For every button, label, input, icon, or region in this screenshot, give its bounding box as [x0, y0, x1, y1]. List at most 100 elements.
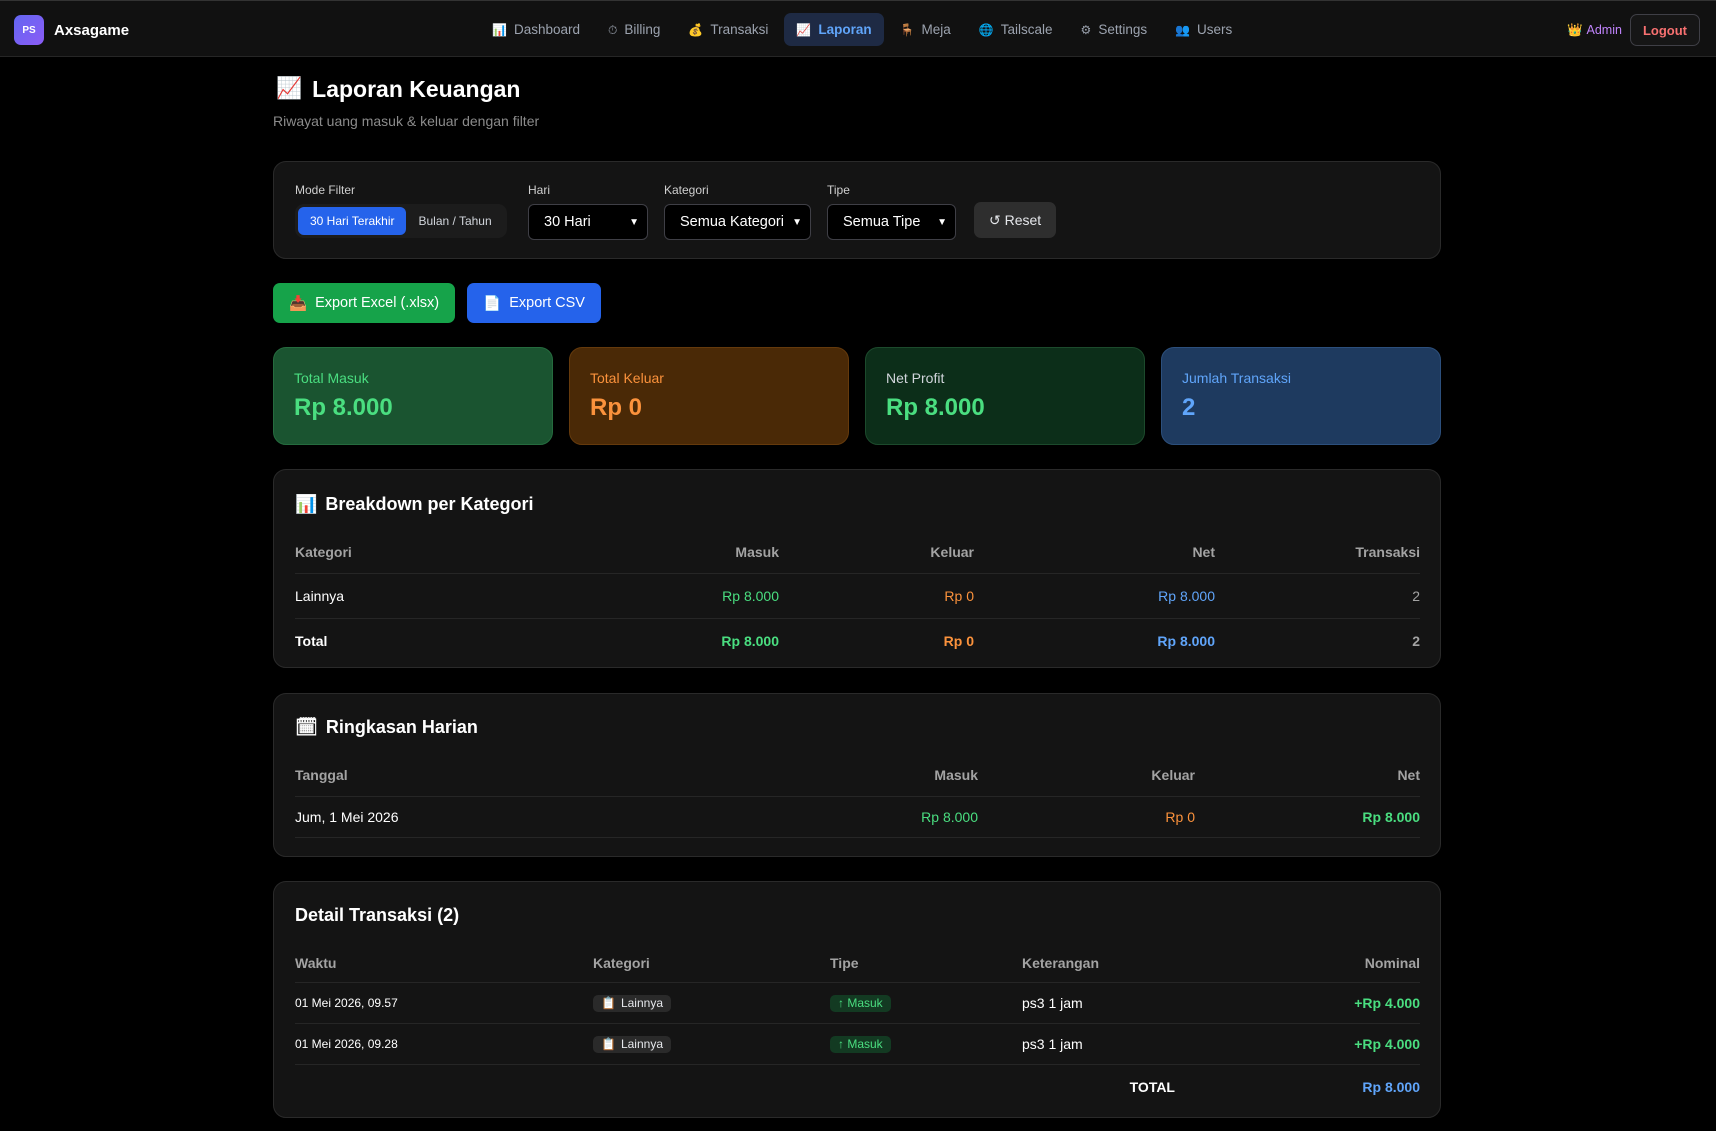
cell-amount: +Rp 4.000	[1354, 995, 1420, 1011]
export-csv-button[interactable]: 📄 Export CSV	[467, 283, 601, 323]
money-bag-icon: 💰	[688, 22, 704, 37]
category-badge: 📋 Lainnya	[593, 1035, 671, 1053]
table-total-row: Total Rp 8.000 Rp 0 Rp 8.000 2	[295, 619, 1420, 663]
nav-label: Tailscale	[1000, 22, 1053, 37]
col-header: Tanggal	[295, 766, 348, 783]
days-select[interactable]: 30 Hari ▼	[528, 204, 648, 240]
cell-type: ↑ Masuk	[830, 994, 1022, 1012]
table-row: 01 Mei 2026, 09.57 📋 Lainnya ↑ Masuk ps3 …	[295, 983, 1420, 1024]
cell-out: Rp 0	[1165, 809, 1195, 825]
nav-item-dashboard[interactable]: 📊 Dashboard	[480, 13, 592, 46]
mode-filter-label: Mode Filter	[295, 183, 356, 197]
cell-out: Rp 0	[944, 588, 974, 604]
main-content: 📈 Laporan Keuangan Riwayat uang masuk & …	[273, 72, 1441, 1118]
cell-in: Rp 8.000	[921, 809, 978, 825]
type-select[interactable]: Semua Tipe ▼	[827, 204, 956, 240]
nav-item-settings[interactable]: ⚙ Settings	[1069, 13, 1160, 46]
category-value: Semua Kategori	[680, 214, 784, 230]
cell-date: Jum, 1 Mei 2026	[295, 809, 399, 825]
reset-button[interactable]: ↺ Reset	[974, 202, 1057, 238]
section-title: 🗓 Ringkasan Harian	[295, 717, 478, 738]
stat-value: 2	[1182, 394, 1196, 421]
table-header: Waktu Kategori Tipe Keterangan Nominal	[295, 943, 1420, 983]
table-row: Lainnya Rp 8.000 Rp 0 Rp 8.000 2	[295, 574, 1420, 619]
nav-item-meja[interactable]: 🪑 Meja	[888, 13, 963, 46]
mode-filter-group: Mode Filter 30 Hari Terakhir Bulan / Tah…	[295, 183, 507, 238]
type-label: Tipe	[827, 183, 850, 197]
cell-net: Rp 8.000	[1157, 633, 1215, 649]
nav-item-users[interactable]: 👥 Users	[1163, 13, 1244, 46]
nav-item-laporan[interactable]: 📈 Laporan	[784, 13, 884, 46]
stopwatch-icon: ⏱	[608, 22, 618, 37]
nav-item-tailscale[interactable]: 🌐 Tailscale	[967, 13, 1065, 46]
bar-chart-icon: 📊	[295, 494, 318, 514]
reset-group: ↺ Reset	[974, 202, 1057, 238]
export-excel-button[interactable]: 📥 Export Excel (.xlsx)	[273, 283, 456, 323]
cell-time: 01 Mei 2026, 09.57	[295, 996, 398, 1010]
nav-item-transaksi[interactable]: 💰 Transaksi	[676, 13, 780, 46]
days-value: 30 Hari	[544, 214, 591, 230]
type-badge: ↑ Masuk	[830, 994, 891, 1012]
total-amount: Rp 8.000	[1362, 1079, 1420, 1095]
user-role: 👑 Admin	[1567, 23, 1622, 38]
top-navbar: PS Axsagame 📊 Dashboard ⏱ Billing 💰 Transak…	[0, 0, 1716, 57]
nav-item-billing[interactable]: ⏱ Billing	[596, 13, 672, 46]
stat-value: Rp 8.000	[886, 394, 985, 421]
category-filter-group: Kategori Semua Kategori ▼	[664, 183, 811, 240]
users-icon: 👥	[1175, 22, 1191, 37]
main-nav: 📊 Dashboard ⏱ Billing 💰 Transaksi 📈 Laporan …	[480, 13, 1244, 46]
summary-stats: Total Masuk Rp 8.000 Total Keluar Rp 0 N…	[273, 347, 1441, 445]
brand[interactable]: PS Axsagame	[14, 15, 129, 45]
nav-label: Billing	[624, 22, 661, 37]
stat-label: Total Masuk	[294, 370, 369, 386]
col-header: Net	[1397, 766, 1420, 783]
transaction-detail-card: Detail Transaksi (2) Waktu Kategori Tipe…	[273, 881, 1441, 1118]
chevron-down-icon: ▼	[937, 216, 947, 228]
nav-label: Laporan	[818, 22, 872, 37]
cell-net: Rp 8.000	[1362, 809, 1420, 825]
type-filter-group: Tipe Semua Tipe ▼	[827, 183, 956, 240]
export-csv-label: Export CSV	[509, 295, 585, 311]
section-title-text: Breakdown per Kategori	[325, 494, 534, 514]
clipboard-icon: 📋	[601, 1037, 616, 1052]
cell-time: 01 Mei 2026, 09.28	[295, 1037, 398, 1051]
nav-label: Settings	[1098, 22, 1148, 37]
cell-category: 📋 Lainnya	[593, 994, 830, 1012]
mode-month-year-button[interactable]: Bulan / Tahun	[406, 207, 503, 235]
total-label: TOTAL	[1129, 1079, 1175, 1095]
trend-chart-icon: 📈	[796, 22, 812, 37]
table-row: Jum, 1 Mei 2026 Rp 8.000 Rp 0 Rp 8.000	[295, 797, 1420, 838]
stat-value: Rp 8.000	[294, 394, 393, 421]
col-header: Tipe	[830, 954, 859, 971]
days-label: Hari	[528, 183, 551, 197]
stat-label: Jumlah Transaksi	[1182, 370, 1291, 386]
stat-value: Rp 0	[590, 394, 643, 421]
chevron-down-icon: ▼	[629, 216, 639, 228]
nav-label: Transaksi	[710, 22, 769, 37]
col-header: Transaksi	[1355, 543, 1420, 560]
mode-30-days-button[interactable]: 30 Hari Terakhir	[298, 207, 407, 235]
type-value: Semua Tipe	[843, 214, 921, 230]
transactions-table: Waktu Kategori Tipe Keterangan Nominal 0…	[295, 943, 1420, 1109]
cell-in: Rp 8.000	[722, 588, 779, 604]
stat-transaction-count: Jumlah Transaksi 2	[1161, 347, 1441, 445]
role-label: Admin	[1586, 23, 1622, 37]
col-header: Kategori	[593, 954, 650, 971]
days-filter-group: Hari 30 Hari ▼	[528, 183, 648, 240]
table-total-row: TOTAL Rp 8.000	[295, 1065, 1420, 1109]
brand-logo: PS	[14, 15, 44, 45]
calendar-icon: 🗓	[295, 717, 318, 737]
cell-count: 2	[1412, 588, 1420, 604]
stat-total-out: Total Keluar Rp 0	[569, 347, 849, 445]
cell-type: ↑ Masuk	[830, 1035, 1022, 1053]
chart-icon: 📊	[492, 22, 507, 37]
document-icon: 📄	[483, 295, 502, 312]
category-breakdown-card: 📊 Breakdown per Kategori Kategori Masuk …	[273, 469, 1441, 668]
category-select[interactable]: Semua Kategori ▼	[664, 204, 811, 240]
cell-in: Rp 8.000	[721, 633, 779, 649]
filter-panel: Mode Filter 30 Hari Terakhir Bulan / Tah…	[273, 161, 1441, 259]
stat-label: Net Profit	[886, 370, 945, 386]
logout-button[interactable]: Logout	[1629, 14, 1700, 46]
table-row: 01 Mei 2026, 09.28 📋 Lainnya ↑ Masuk ps3 …	[295, 1024, 1420, 1065]
daily-table: Tanggal Masuk Keluar Net Jum, 1 Mei 2026…	[295, 753, 1420, 838]
